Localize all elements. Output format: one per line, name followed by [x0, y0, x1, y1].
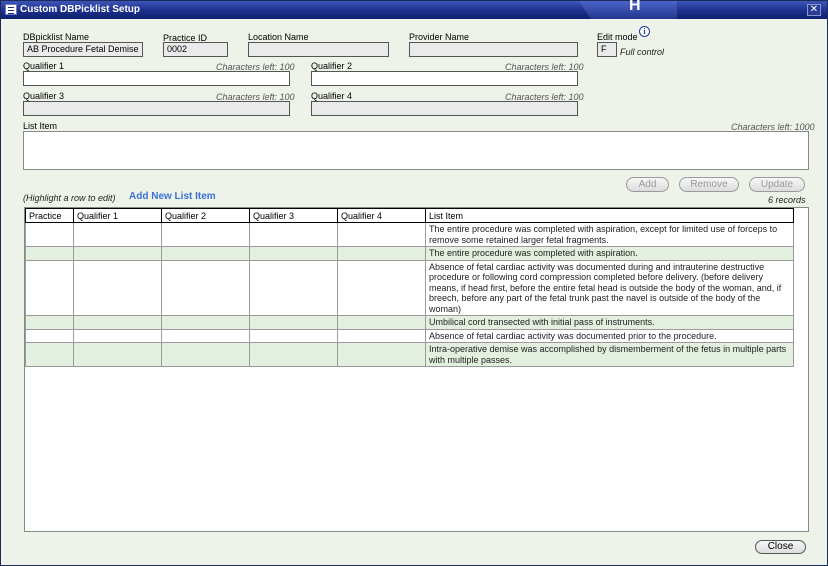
add-new-list-item-link[interactable]: Add New List Item — [129, 191, 216, 202]
records-grid: Practice Qualifier 1 Qualifier 2 Qualifi… — [24, 207, 809, 532]
cell-list-item: Umbilical cord transected with initial p… — [425, 315, 794, 330]
column-header-qualifier4[interactable]: Qualifier 4 — [337, 208, 426, 223]
cell-qualifier4 — [337, 315, 426, 330]
edit-mode-label: Edit mode — [597, 32, 638, 42]
dbpicklist-setup-window: Custom DBPicklist Setup H ✕ DBpicklist N… — [0, 0, 828, 566]
title-bar: Custom DBPicklist Setup H ✕ — [1, 0, 827, 19]
close-button[interactable]: Close — [755, 540, 806, 554]
cell-list-item: The entire procedure was completed with … — [425, 222, 794, 247]
cell-qualifier2 — [161, 222, 250, 247]
column-header-qualifier1[interactable]: Qualifier 1 — [73, 208, 162, 223]
cell-qualifier1 — [73, 222, 162, 247]
edit-mode-description: Full control — [620, 47, 665, 57]
highlight-hint: (Highlight a row to edit) — [23, 193, 116, 203]
record-count: 6 records — [768, 195, 806, 205]
table-header-row: Practice Qualifier 1 Qualifier 2 Qualifi… — [25, 208, 794, 223]
cell-list-item: Absence of fetal cardiac activity was do… — [425, 328, 794, 343]
qualifier4-label: Qualifier 4 — [311, 91, 353, 101]
table-row[interactable]: The entire procedure was completed with … — [25, 222, 794, 247]
cell-qualifier2 — [161, 328, 250, 343]
qualifier1-label: Qualifier 1 — [23, 61, 65, 71]
table-row[interactable]: The entire procedure was completed with … — [25, 246, 794, 261]
cell-practice — [25, 342, 74, 367]
column-header-practice[interactable]: Practice — [25, 208, 74, 223]
app-list-icon — [5, 4, 17, 15]
cell-list-item: Intra-operative demise was accomplished … — [425, 342, 794, 367]
column-header-qualifier3[interactable]: Qualifier 3 — [249, 208, 338, 223]
cell-qualifier3 — [249, 328, 338, 343]
qualifier3-input[interactable] — [23, 101, 290, 116]
cell-qualifier3 — [249, 222, 338, 247]
list-item-label: List Item — [23, 121, 58, 131]
qualifier2-label: Qualifier 2 — [311, 61, 353, 71]
cell-qualifier4 — [337, 246, 426, 261]
update-button[interactable]: Update — [749, 177, 805, 192]
qualifier3-label: Qualifier 3 — [23, 91, 65, 101]
add-button[interactable]: Add — [626, 177, 669, 192]
info-icon[interactable]: i — [639, 26, 650, 37]
table-row[interactable]: Umbilical cord transected with initial p… — [25, 315, 794, 330]
practice-id-field[interactable]: 0002 — [163, 42, 228, 57]
cell-qualifier2 — [161, 259, 250, 316]
cell-practice — [25, 246, 74, 261]
title-h-glyph: H — [629, 0, 641, 14]
cell-practice — [25, 315, 74, 330]
location-name-field[interactable] — [248, 42, 389, 57]
cell-qualifier3 — [249, 315, 338, 330]
dbpicklist-name-field[interactable]: AB Procedure Fetal Demise — [23, 42, 143, 57]
records-table: Practice Qualifier 1 Qualifier 2 Qualifi… — [25, 208, 794, 367]
edit-mode-field[interactable]: F — [597, 42, 617, 57]
cell-qualifier2 — [161, 315, 250, 330]
cell-qualifier3 — [249, 246, 338, 261]
qualifier1-input[interactable] — [23, 71, 290, 86]
location-name-label: Location Name — [248, 32, 309, 42]
qualifier2-input[interactable] — [311, 71, 578, 86]
list-item-textarea[interactable] — [23, 131, 809, 170]
cell-qualifier2 — [161, 342, 250, 367]
column-header-list-item[interactable]: List Item — [425, 208, 794, 223]
cell-qualifier3 — [249, 342, 338, 367]
window-title: Custom DBPicklist Setup — [20, 4, 141, 15]
cell-qualifier1 — [73, 328, 162, 343]
cell-qualifier4 — [337, 259, 426, 316]
cell-practice — [25, 222, 74, 247]
table-row[interactable]: Absence of fetal cardiac activity was do… — [25, 328, 794, 343]
cell-qualifier4 — [337, 328, 426, 343]
dbpicklist-name-label: DBpicklist Name — [23, 32, 90, 42]
cell-practice — [25, 259, 74, 316]
remove-button[interactable]: Remove — [679, 177, 739, 192]
table-row[interactable]: Absence of fetal cardiac activity was do… — [25, 259, 794, 316]
qualifier4-input[interactable] — [311, 101, 578, 116]
cell-qualifier4 — [337, 342, 426, 367]
title-tab-decoration — [579, 1, 677, 19]
provider-name-label: Provider Name — [409, 32, 470, 42]
cell-qualifier4 — [337, 222, 426, 247]
cell-practice — [25, 328, 74, 343]
provider-name-field[interactable] — [409, 42, 578, 57]
cell-qualifier1 — [73, 315, 162, 330]
cell-list-item: The entire procedure was completed with … — [425, 246, 794, 261]
column-header-qualifier2[interactable]: Qualifier 2 — [161, 208, 250, 223]
window-close-button[interactable]: ✕ — [807, 4, 821, 16]
cell-list-item: Absence of fetal cardiac activity was do… — [425, 259, 794, 316]
cell-qualifier1 — [73, 342, 162, 367]
table-row[interactable]: Intra-operative demise was accomplished … — [25, 342, 794, 367]
cell-qualifier3 — [249, 259, 338, 316]
cell-qualifier1 — [73, 246, 162, 261]
cell-qualifier2 — [161, 246, 250, 261]
cell-qualifier1 — [73, 259, 162, 316]
